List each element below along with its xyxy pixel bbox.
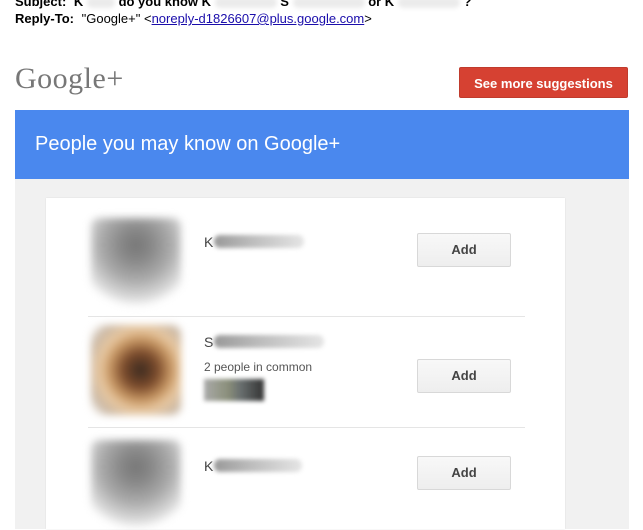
banner-title: People you may know on Google+ [35, 133, 341, 155]
avatar[interactable] [91, 218, 181, 308]
reply-to-email-link[interactable]: noreply-d1826607@plus.google.com [152, 11, 365, 26]
suggestions-card: K Add S 2 people in common Add K Add [46, 198, 565, 530]
person-row: K Add [46, 198, 565, 316]
banner: People you may know on Google+ [15, 110, 629, 179]
person-name-blurred[interactable] [214, 459, 302, 472]
subject-or: or K [368, 0, 395, 9]
subject-mid: do you know K [118, 0, 212, 9]
person-name-initial: K [204, 234, 214, 250]
subject-blur-3 [292, 0, 365, 9]
subject-blur-4 [397, 0, 460, 9]
avatar[interactable] [91, 325, 181, 415]
add-button[interactable]: Add [417, 456, 511, 490]
reply-to-name: "Google+" < [81, 11, 152, 26]
subject-line: Subject: K do you know K S or K ? [15, 0, 471, 10]
add-button[interactable]: Add [417, 359, 511, 393]
person-name-initial: K [204, 458, 214, 474]
google-plus-logo: Google+ [15, 62, 124, 95]
reply-to-close: > [364, 11, 372, 26]
person-name-blurred[interactable] [214, 235, 304, 248]
subject-blur-1 [86, 0, 115, 9]
subject-end: ? [463, 0, 472, 9]
reply-to-label: Reply-To: [15, 11, 74, 26]
subject-label: Subject: [15, 0, 67, 9]
person-row: S 2 people in common Add [46, 317, 565, 427]
people-in-common-text: 2 people in common [204, 360, 313, 374]
subject-blur-2 [214, 0, 277, 9]
avatar[interactable] [91, 440, 181, 530]
common-people-avatars [204, 379, 264, 401]
subject-prefix: K [73, 0, 84, 9]
subject-mid2: S [280, 0, 289, 9]
add-button[interactable]: Add [417, 233, 511, 267]
reply-to-line: Reply-To: "Google+" <noreply-d1826607@pl… [15, 11, 372, 27]
person-name-initial: S [204, 334, 214, 350]
person-row: K Add [46, 428, 565, 530]
see-more-suggestions-button[interactable]: See more suggestions [459, 67, 628, 98]
person-name-blurred[interactable] [214, 335, 324, 348]
